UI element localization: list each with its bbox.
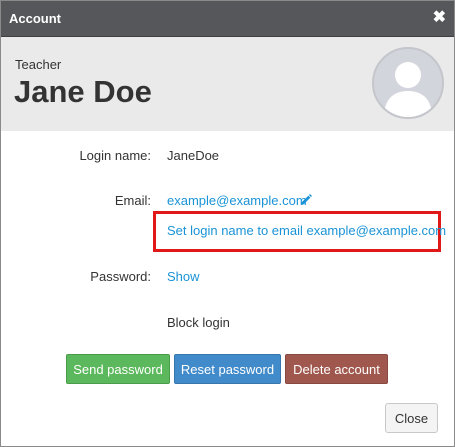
profile-header: Teacher Jane Doe (1, 37, 454, 131)
user-silhouette-icon (372, 47, 444, 119)
pencil-icon[interactable] (300, 194, 312, 206)
password-label: Password: (90, 269, 151, 284)
login-name-label: Login name: (79, 148, 151, 163)
dialog-titlebar: Account ✖ (1, 1, 454, 37)
user-full-name: Jane Doe (14, 74, 152, 109)
send-password-button[interactable]: Send password (66, 354, 170, 384)
login-name-value: JaneDoe (167, 148, 220, 163)
set-login-to-email-link[interactable]: Set login name to email example@example.… (167, 223, 446, 238)
dialog-title: Account (9, 11, 61, 26)
email-link[interactable]: example@example.com (167, 193, 307, 208)
account-dialog: Account ✖ Teacher Jane Doe Login name: J… (0, 0, 455, 447)
delete-account-button[interactable]: Delete account (285, 354, 388, 384)
block-login-option[interactable]: Block login (167, 315, 230, 330)
close-button[interactable]: Close (385, 403, 438, 433)
email-label: Email: (114, 193, 151, 208)
show-password-link[interactable]: Show (167, 269, 200, 284)
close-x-icon[interactable]: ✖ (433, 10, 446, 26)
reset-password-button[interactable]: Reset password (174, 354, 281, 384)
user-role: Teacher (15, 57, 62, 72)
